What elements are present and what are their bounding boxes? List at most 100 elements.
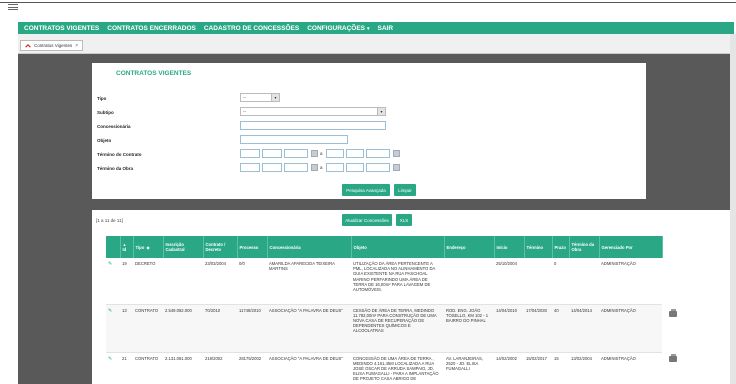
- col-termino-obra-label: Término da Obra: [571, 242, 595, 252]
- nav-contratos-encerrados[interactable]: CONTRATOS ENCERRADOS: [107, 25, 196, 32]
- col-id-label: Id: [122, 247, 127, 252]
- termino-obra-ano-fim[interactable]: [366, 163, 390, 172]
- termino-contrato-dia-fim[interactable]: [326, 149, 344, 158]
- cell-endereco: ROD. ENG. JOÃO TOSELLO, KM 102 - 1 BAIRR…: [444, 304, 494, 353]
- page-scrollbar[interactable]: [730, 34, 736, 384]
- col-termino-obra[interactable]: Término da Obra: [569, 236, 600, 258]
- cell-prazo: 40: [552, 304, 569, 353]
- calendar-icon[interactable]: [393, 150, 400, 157]
- chevron-down-icon: ▾: [367, 25, 370, 32]
- nav-cadastro-concessoes[interactable]: CADASTRO DE CONCESSÕES: [204, 25, 299, 32]
- termino-contrato-label: Término do Contrato: [97, 152, 142, 157]
- edit-icon[interactable]: ✎: [108, 308, 112, 314]
- cell-gerenciado: ADMINISTRAÇÃO: [599, 352, 662, 384]
- cell-termino: [524, 258, 552, 305]
- sort-icon: ◆: [146, 244, 150, 250]
- cell-inicio: 14/02/2002: [494, 352, 524, 384]
- cell-id: 21: [120, 352, 133, 384]
- termino-contrato-ano-inicio[interactable]: [284, 149, 308, 158]
- subtipo-value: --: [243, 109, 246, 114]
- calendar-icon[interactable]: [311, 164, 318, 171]
- up-chevron-icon: [25, 43, 31, 48]
- edit-icon[interactable]: ✎: [108, 261, 112, 267]
- print-icon[interactable]: [669, 354, 677, 362]
- menu-icon[interactable]: [8, 4, 18, 10]
- subtipo-select[interactable]: -- ▾: [240, 107, 386, 116]
- cell-concessionaria: ASSOCIAÇÃO "A PALAVRA DE DEUS": [267, 304, 351, 353]
- termino-obra-mes-inicio[interactable]: [262, 163, 282, 172]
- cell-processo: 28175/2002: [237, 352, 267, 384]
- calendar-icon[interactable]: [393, 164, 400, 171]
- tab-bar: Contratos Vigentes ×: [18, 34, 734, 54]
- edit-icon[interactable]: ✎: [108, 356, 112, 362]
- col-id[interactable]: ▴ Id: [120, 236, 134, 258]
- cell-prazo: 0: [552, 258, 569, 305]
- contracts-table: ▴ Id Tipo ◆ Inscrição Cadastral Contrato …: [106, 236, 663, 384]
- col-inscricao-label: Inscrição Cadastral: [165, 242, 185, 252]
- close-icon[interactable]: ×: [75, 43, 78, 49]
- col-tipo[interactable]: Tipo ◆: [133, 236, 164, 258]
- termino-contrato-mes-inicio[interactable]: [262, 149, 282, 158]
- cell-inscricao: 2.131.081.000: [163, 352, 203, 384]
- subtipo-label: Subtipo: [97, 110, 114, 115]
- termino-contrato-ano-fim[interactable]: [366, 149, 390, 158]
- cell-termino-obra: 13/02/2004: [569, 352, 599, 384]
- cell-tipo: CONTRATO: [133, 352, 163, 384]
- col-edit: [106, 236, 121, 258]
- cell-prazo: 15: [552, 352, 569, 384]
- col-concessionaria-label: Concessionária: [269, 244, 301, 250]
- termino-obra-label: Término da Obra: [97, 166, 134, 171]
- tipo-select[interactable]: -- ▾: [240, 93, 280, 102]
- print-icon[interactable]: [669, 309, 677, 317]
- termino-contrato-mes-fim[interactable]: [346, 149, 364, 158]
- objeto-label: Objeto: [97, 138, 112, 143]
- col-inicio[interactable]: Início: [494, 236, 525, 258]
- termino-contrato-dia-inicio[interactable]: [240, 149, 260, 158]
- col-gerenciado[interactable]: Gerenciado Por: [599, 236, 663, 258]
- col-endereco-label: Endereço: [446, 244, 466, 250]
- col-processo[interactable]: Processo: [237, 236, 268, 258]
- cell-inscricao: [163, 258, 203, 305]
- page-title: CONTRATOS VIGENTES: [116, 70, 192, 77]
- results-panel: [1 a 11 de 11] Atualizar Concessões XLS …: [92, 210, 736, 384]
- concessionaria-input[interactable]: [240, 121, 386, 130]
- col-prazo[interactable]: Prazo: [552, 236, 570, 258]
- col-termino[interactable]: Término: [524, 236, 553, 258]
- cell-inicio: 25/10/2004: [494, 258, 524, 305]
- xls-export-button[interactable]: XLS: [396, 214, 412, 226]
- workarea: Contratos Vigentes × CONTRATOS VIGENTES …: [18, 34, 736, 384]
- cell-contrato: 23/03/2004: [203, 258, 237, 305]
- objeto-input[interactable]: [240, 135, 348, 144]
- tab-contratos-vigentes[interactable]: Contratos Vigentes ×: [20, 40, 84, 51]
- nav-sair[interactable]: SAIR: [378, 25, 394, 32]
- termino-obra-ano-inicio[interactable]: [284, 163, 308, 172]
- cell-processo: 11748/2010: [237, 304, 267, 353]
- cell-endereco: AV. LARANJEIRAS, 2520 - JD. ELISA FUMAGA…: [444, 352, 494, 384]
- cell-termino-obra: [569, 258, 599, 305]
- nav-configuracoes[interactable]: CONFIGURAÇÕES ▾: [307, 25, 369, 32]
- clear-button[interactable]: Limpar: [394, 184, 416, 196]
- cell-tipo: DECRETO: [133, 258, 163, 305]
- col-contrato[interactable]: Contrato / Decreto: [203, 236, 238, 258]
- advanced-search-button[interactable]: Pesquisa Avançada: [342, 184, 390, 196]
- cell-termino-obra: 14/04/2014: [569, 304, 599, 353]
- col-endereco[interactable]: Endereço: [444, 236, 495, 258]
- table-row: ✎ 19 DECRETO 23/03/2004 0/0 AMARILDA APA…: [106, 258, 662, 305]
- nav-contratos-vigentes[interactable]: CONTRATOS VIGENTES: [24, 25, 99, 32]
- termino-obra-dia-inicio[interactable]: [240, 163, 260, 172]
- update-concessions-button[interactable]: Atualizar Concessões: [342, 214, 392, 226]
- cell-id: 19: [120, 258, 133, 305]
- calendar-icon[interactable]: [311, 150, 318, 157]
- cell-inscricao: 2.549.082.000: [163, 304, 203, 353]
- col-inscricao[interactable]: Inscrição Cadastral: [163, 236, 204, 258]
- cell-inicio: 14/04/2010: [494, 304, 524, 353]
- termino-obra-dia-fim[interactable]: [326, 163, 344, 172]
- termino-obra-mes-fim[interactable]: [346, 163, 364, 172]
- top-border: [0, 2, 736, 3]
- col-objeto[interactable]: Objeto: [351, 236, 445, 258]
- range-separator: a: [320, 165, 323, 170]
- cell-endereco: [444, 258, 494, 305]
- table-row: ✎ 21 CONTRATO 2.131.081.000 219/2002 281…: [106, 352, 662, 384]
- col-objeto-label: Objeto: [353, 244, 367, 250]
- col-concessionaria[interactable]: Concessionária: [267, 236, 352, 258]
